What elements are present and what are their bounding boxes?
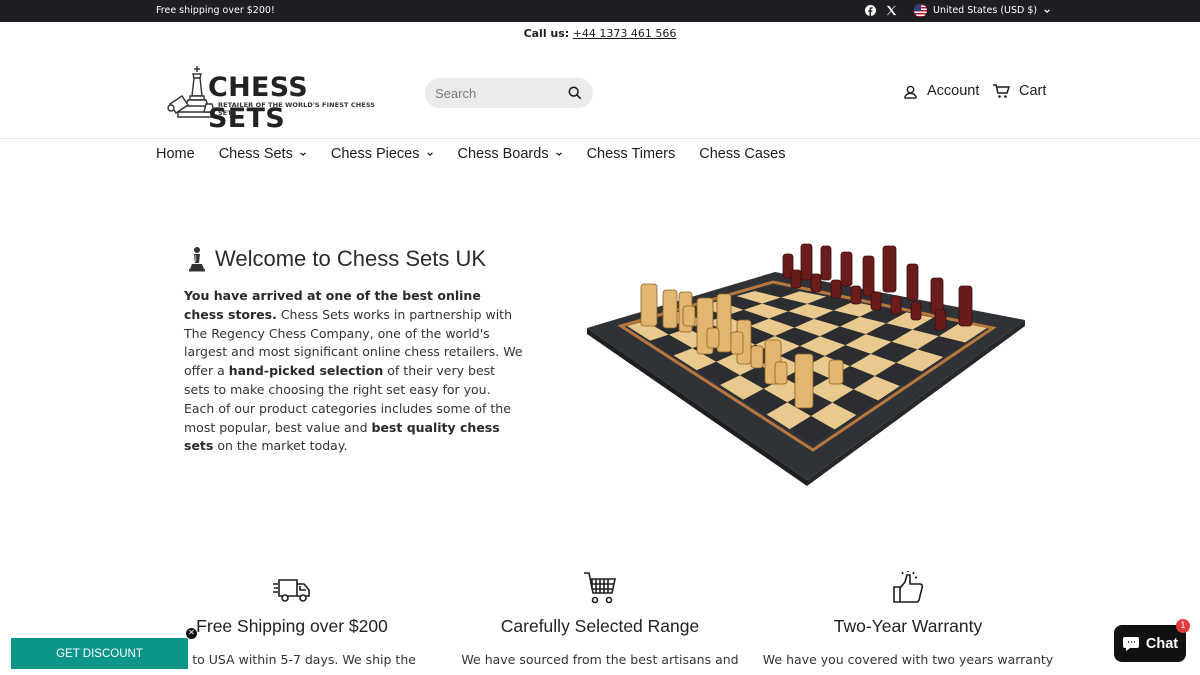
social-links [864,4,898,17]
nav-label: Chess Cases [699,146,786,162]
feature-selected-range: Carefully Selected Range We have sourced… [450,570,750,667]
site-logo[interactable]: CHESS SETS RETAILER OF THE WORLD'S FINES… [166,64,388,134]
intro-bold-2: hand-picked selection [228,363,384,379]
thumbs-up-icon [893,571,924,603]
chevron-down-icon [300,152,306,157]
feature-text: We have you covered with two years warra… [762,652,1054,667]
cart-icon [993,84,1010,98]
discount-close-icon[interactable]: ✕ [185,627,198,640]
page-title: Welcome to Chess Sets UK [215,246,487,271]
logo-tagline: RETAILER OF THE WORLD'S FINEST CHESS SET… [218,101,376,117]
nav-item-chess-timers[interactable]: Chess Timers [587,146,676,162]
chat-button[interactable]: Chat [1114,625,1186,662]
nav-label: Chess Timers [586,146,676,162]
call-us-label: Call us: [523,27,570,40]
currency-label: United States (USD $) [933,5,1038,16]
chevron-down-icon [1044,8,1050,13]
chess-board-image [587,243,1025,486]
shopping-cart-icon [584,572,616,604]
chevron-down-icon [555,152,562,157]
search-icon[interactable] [568,86,582,100]
call-us-line: Call us: +44 1373 461 566 [0,27,1200,40]
currency-selector[interactable]: United States (USD $) [914,4,1051,17]
nav-item-chess-pieces[interactable]: Chess Pieces [331,146,434,162]
nav-item-home[interactable]: Home [156,146,195,162]
cart-label: Cart [1019,83,1047,99]
nav-item-chess-sets[interactable]: Chess Sets [219,146,307,162]
feature-title: Carefully Selected Range [500,616,700,636]
cart-link[interactable]: Cart [992,83,1046,99]
facebook-icon[interactable] [864,4,877,17]
chat-label: Chat [1145,635,1179,652]
account-link[interactable]: Account [903,83,979,99]
free-shipping-notice: Free shipping over $200! [156,5,275,16]
chat-bubble-icon [1122,636,1139,651]
welcome-heading: Welcome to Chess Sets UK [188,246,486,272]
intro-paragraph: You have arrived at one of the best onli… [184,287,524,456]
nav-item-chess-boards[interactable]: Chess Boards [458,146,563,162]
main-navigation: Home Chess Sets Chess Pieces Chess Board… [156,146,809,162]
feature-warranty: Two-Year Warranty We have you covered wi… [758,570,1058,667]
search-input[interactable] [435,83,565,103]
feature-text: We have sourced from the best artisans a… [461,652,739,667]
user-icon [904,85,917,99]
nav-item-chess-cases[interactable]: Chess Cases [699,146,785,162]
delivery-truck-icon [273,579,310,602]
intro-text-3: on the market today. [213,438,348,454]
nav-label: Chess Sets [218,146,293,162]
x-twitter-icon[interactable] [885,4,898,17]
nav-label: Chess Pieces [330,146,420,162]
phone-link[interactable]: +44 1373 461 566 [573,27,677,40]
us-flag-icon [914,4,927,17]
chat-unread-badge: 1 [1176,619,1190,633]
chess-pawn-icon [189,247,205,272]
nav-label: Home [156,146,195,162]
search-bar [425,78,593,108]
header-divider [0,138,1200,139]
chevron-down-icon [426,152,433,157]
get-discount-button[interactable]: GET DISCOUNT [11,638,188,669]
announcement-bar: Free shipping over $200! United States (… [0,0,1200,22]
feature-title: Two-Year Warranty [833,616,983,636]
account-label: Account [927,83,980,99]
nav-label: Chess Boards [457,146,549,162]
